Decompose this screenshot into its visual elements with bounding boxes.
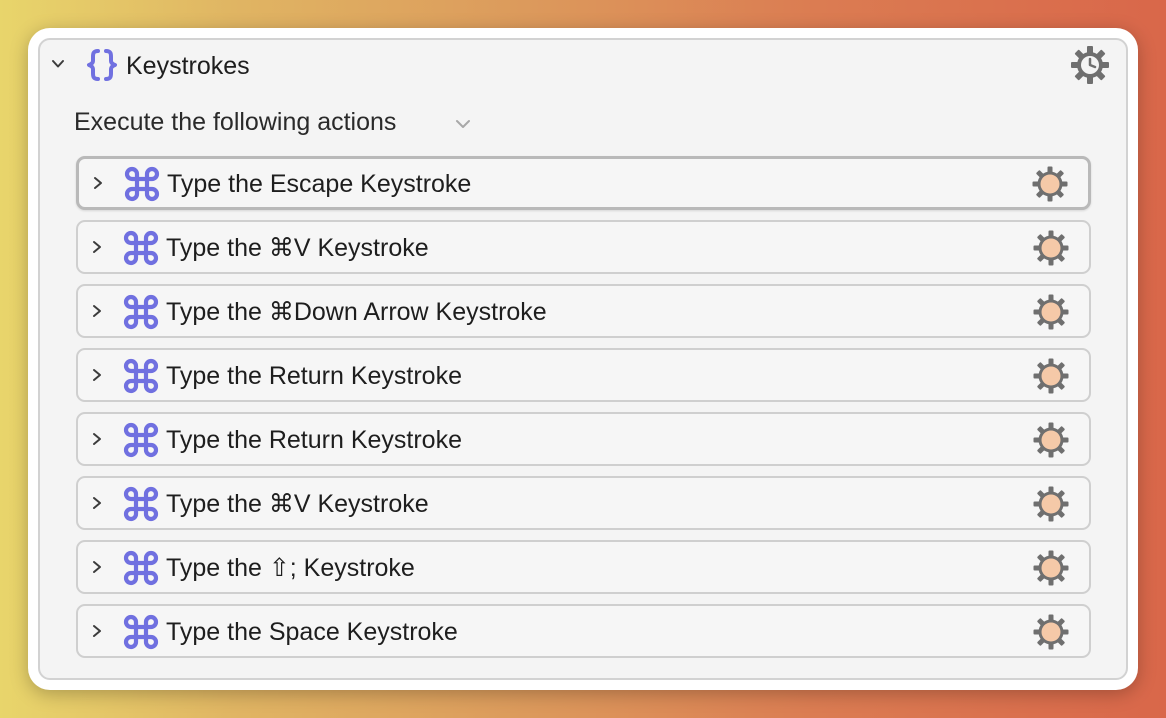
chevron-right-icon[interactable] (90, 559, 104, 575)
chevron-down-icon[interactable] (50, 56, 66, 72)
gear-icon[interactable] (1031, 165, 1069, 203)
command-key-icon (122, 421, 160, 459)
command-key-icon (122, 293, 160, 331)
action-row[interactable]: Type the Return Keystroke (76, 348, 1091, 402)
chevron-right-icon[interactable] (90, 303, 104, 319)
action-row[interactable]: Type the ⇧; Keystroke (76, 540, 1091, 594)
group-title[interactable]: Keystrokes (126, 51, 250, 81)
command-key-icon (123, 165, 161, 203)
action-label[interactable]: Type the ⇧; Keystroke (166, 553, 415, 583)
gear-icon[interactable] (1032, 357, 1070, 395)
chevron-right-icon[interactable] (90, 367, 104, 383)
gear-icon[interactable] (1032, 549, 1070, 587)
curly-braces-icon (84, 47, 120, 83)
action-label[interactable]: Type the Return Keystroke (166, 361, 462, 391)
gear-icon[interactable] (1032, 293, 1070, 331)
command-key-icon (122, 357, 160, 395)
chevron-right-icon[interactable] (90, 495, 104, 511)
action-label[interactable]: Type the Return Keystroke (166, 425, 462, 455)
action-label[interactable]: Type the ⌘V Keystroke (166, 489, 429, 519)
gear-icon[interactable] (1032, 613, 1070, 651)
chevron-right-icon[interactable] (90, 239, 104, 255)
gear-icon[interactable] (1032, 485, 1070, 523)
command-key-icon (122, 229, 160, 267)
gear-icon[interactable] (1032, 229, 1070, 267)
command-key-icon (122, 613, 160, 651)
action-row[interactable]: Type the Return Keystroke (76, 412, 1091, 466)
action-row[interactable]: Type the Escape Keystroke (76, 156, 1091, 210)
action-row[interactable]: Type the ⌘Down Arrow Keystroke (76, 284, 1091, 338)
action-row[interactable]: Type the Space Keystroke (76, 604, 1091, 658)
chevron-down-icon[interactable] (454, 116, 472, 132)
gear-clock-icon[interactable] (1070, 45, 1110, 85)
action-label[interactable]: Type the Space Keystroke (166, 617, 458, 647)
chevron-right-icon[interactable] (91, 175, 105, 191)
action-label[interactable]: Type the Escape Keystroke (167, 169, 471, 199)
action-label[interactable]: Type the ⌘Down Arrow Keystroke (166, 297, 547, 327)
execute-actions-label: Execute the following actions (74, 108, 397, 136)
command-key-icon (122, 485, 160, 523)
action-row[interactable]: Type the ⌘V Keystroke (76, 476, 1091, 530)
chevron-right-icon[interactable] (90, 623, 104, 639)
action-label[interactable]: Type the ⌘V Keystroke (166, 233, 429, 263)
chevron-right-icon[interactable] (90, 431, 104, 447)
keystrokes-group: Keystrokes Execute the following actions… (38, 38, 1128, 680)
command-key-icon (122, 549, 160, 587)
action-row[interactable]: Type the ⌘V Keystroke (76, 220, 1091, 274)
gear-icon[interactable] (1032, 421, 1070, 459)
